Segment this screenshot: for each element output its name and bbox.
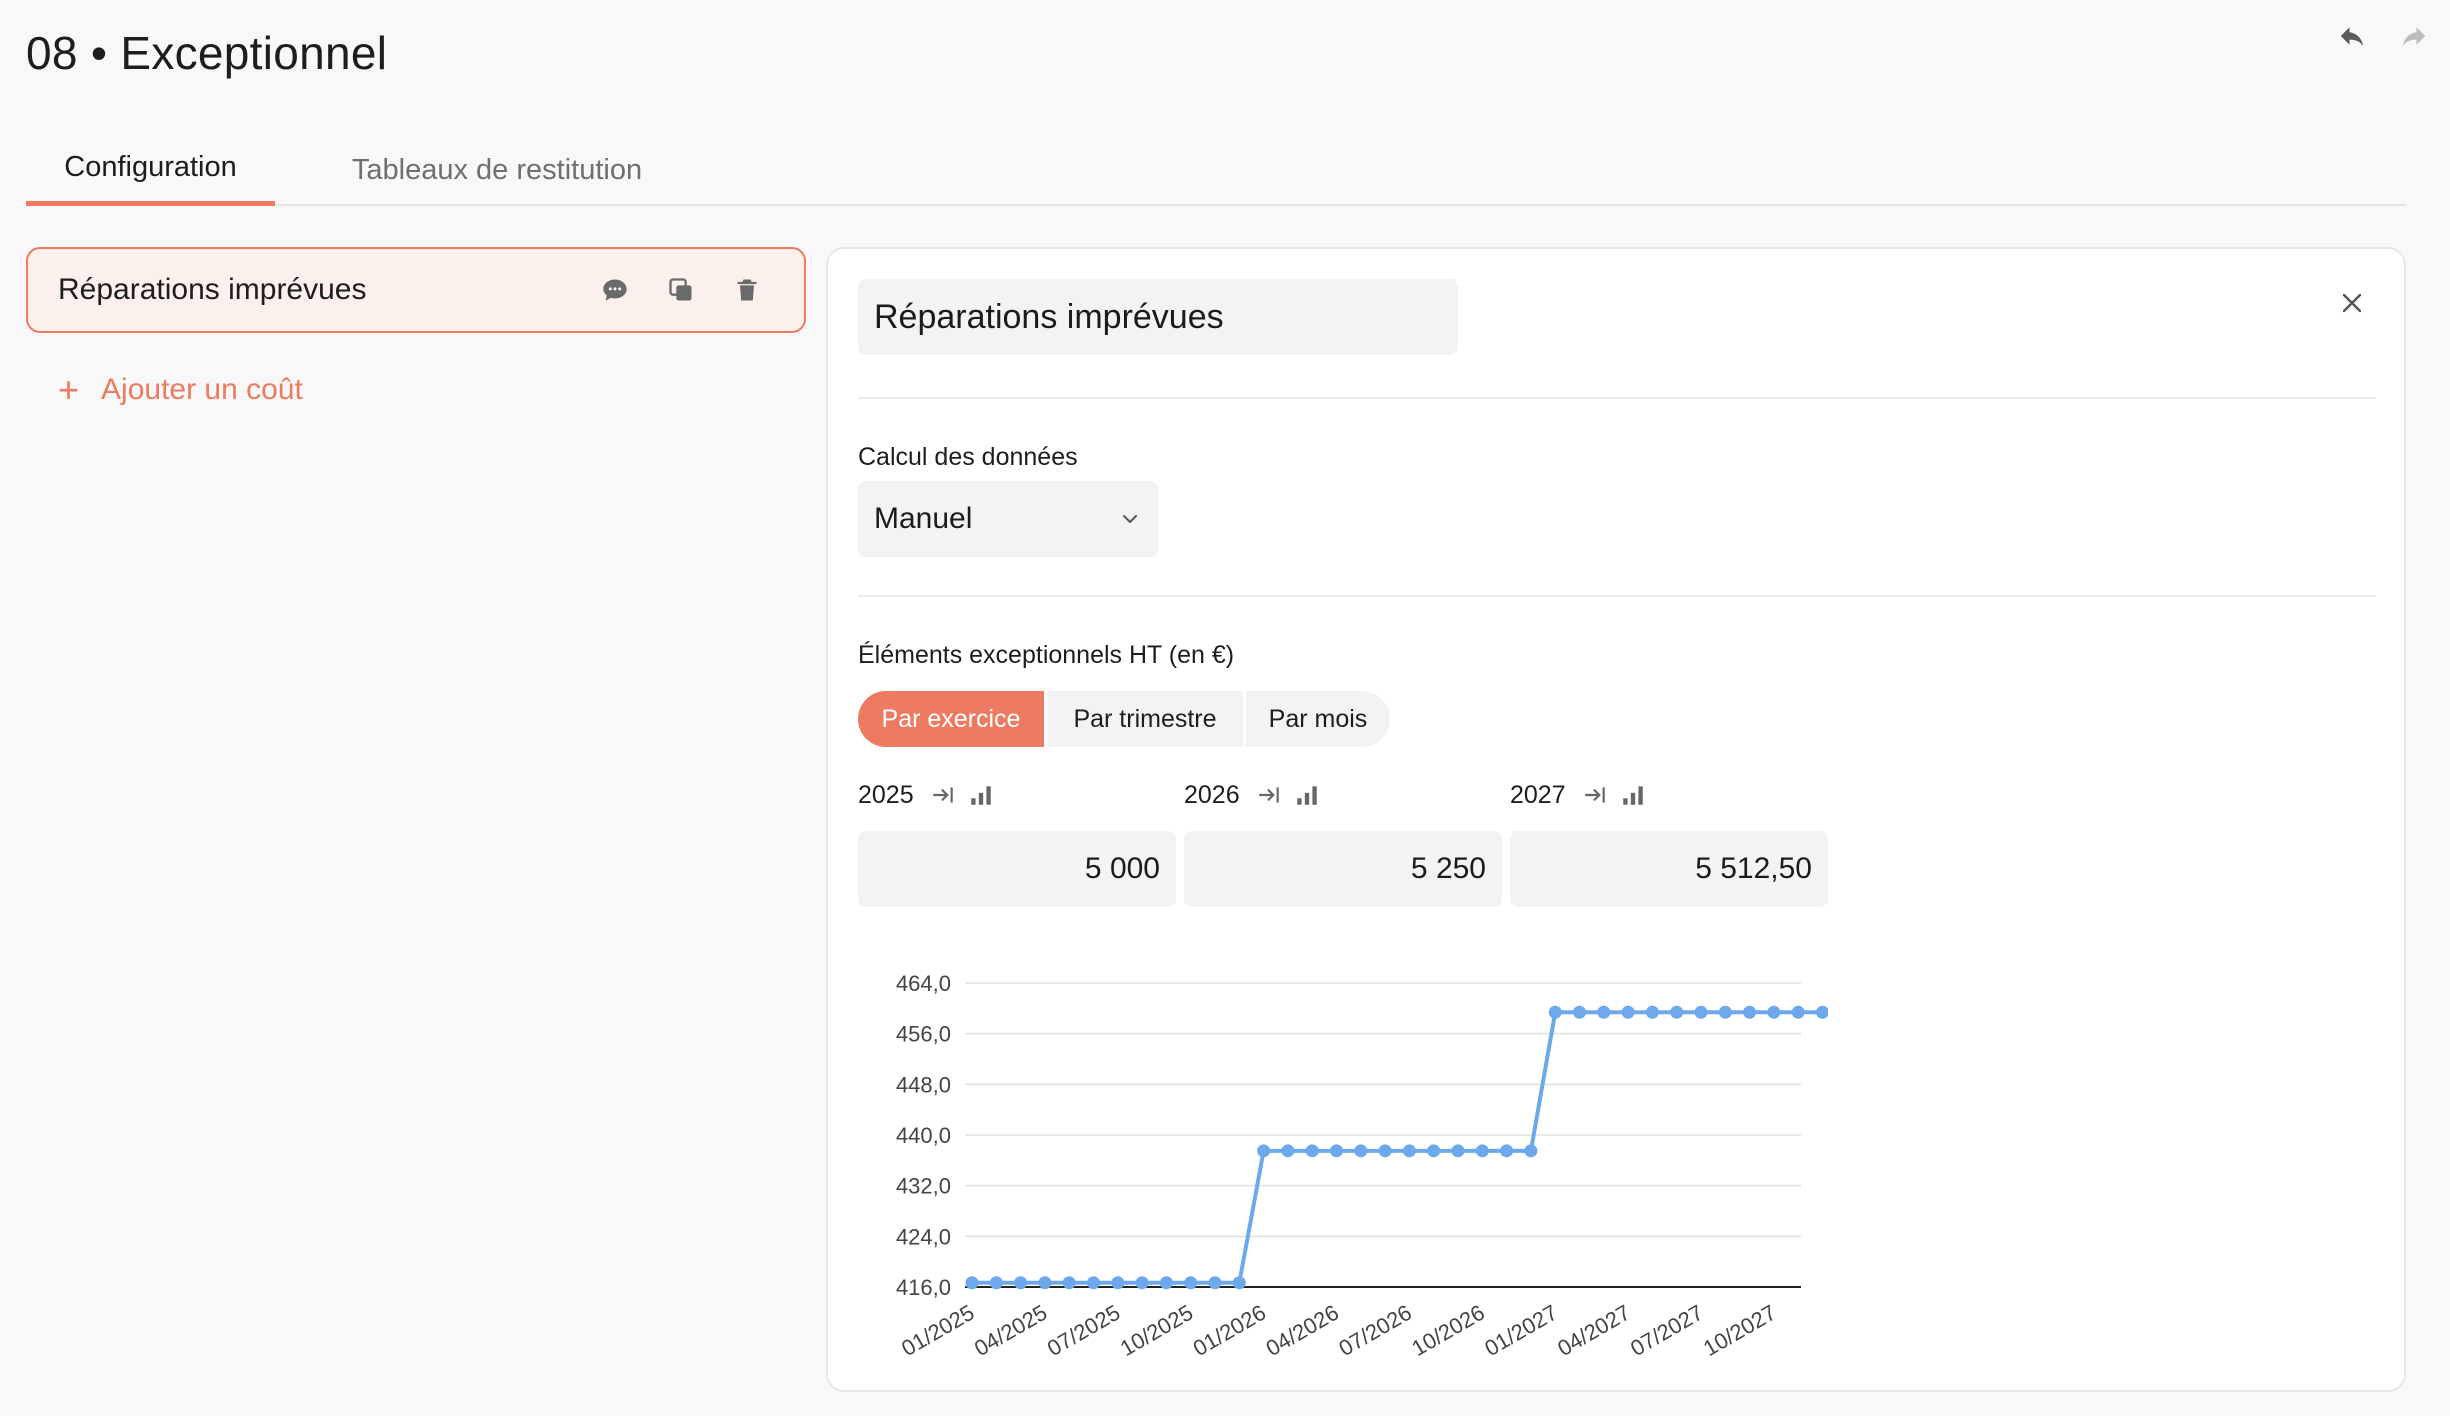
redo-icon — [2402, 27, 2426, 46]
page-title: 08 • Exceptionnel — [26, 27, 388, 79]
data-point — [1524, 1144, 1538, 1158]
data-point — [1767, 1005, 1781, 1019]
data-point — [1330, 1144, 1343, 1158]
data-point — [1062, 1276, 1076, 1290]
data-point — [1184, 1276, 1198, 1290]
undo-button[interactable] — [2330, 14, 2374, 58]
data-point — [1135, 1276, 1149, 1290]
x-tick-label: 01/2026 — [1189, 1300, 1270, 1361]
tab-tableaux-de-restitution[interactable]: Tableaux de restitution — [292, 130, 702, 206]
data-point — [1500, 1144, 1514, 1158]
tab-configuration[interactable]: Configuration — [26, 130, 275, 206]
data-point — [1718, 1005, 1732, 1019]
data-point — [1159, 1276, 1173, 1290]
duplicate-button[interactable] — [654, 263, 708, 317]
data-point — [1402, 1144, 1416, 1158]
comment-icon — [603, 279, 627, 301]
x-tick-label: 04/2027 — [1553, 1300, 1634, 1361]
series-line — [972, 1010, 1823, 1285]
y-tick-label: 464,0 — [896, 971, 951, 996]
x-tick-label: 04/2026 — [1262, 1300, 1343, 1361]
data-point — [1257, 1144, 1271, 1158]
redo-button[interactable] — [2392, 14, 2436, 58]
data-point — [1548, 1005, 1562, 1019]
x-tick-label: 01/2027 — [1480, 1300, 1561, 1361]
add-cost-label: Ajouter un coût — [101, 373, 303, 406]
data-point — [989, 1276, 1003, 1290]
y-tick-label: 456,0 — [896, 1022, 951, 1047]
data-point — [1208, 1276, 1222, 1290]
comment-button[interactable] — [588, 263, 642, 317]
y-tick-label: 448,0 — [896, 1072, 951, 1097]
y-tick-label: 440,0 — [896, 1123, 951, 1148]
x-tick-label: 07/2026 — [1335, 1300, 1416, 1361]
x-tick-label: 10/2025 — [1116, 1300, 1197, 1361]
data-point — [1475, 1144, 1489, 1158]
data-point — [1014, 1276, 1028, 1290]
tab-bar: Configuration Tableaux de restitution — [26, 130, 2406, 206]
data-point — [1354, 1144, 1368, 1158]
data-point — [1451, 1144, 1465, 1158]
data-point — [1670, 1005, 1684, 1019]
x-tick-label: 04/2025 — [970, 1300, 1051, 1361]
plus-icon: + — [58, 369, 80, 410]
data-point — [1694, 1005, 1708, 1019]
data-point — [1645, 1005, 1659, 1019]
data-point — [1111, 1276, 1125, 1290]
data-point — [1232, 1276, 1246, 1290]
close-icon — [2342, 293, 2362, 313]
x-tick-label: 07/2027 — [1626, 1300, 1707, 1361]
undo-icon — [2340, 27, 2364, 46]
data-point — [1597, 1005, 1611, 1019]
data-point — [1743, 1005, 1757, 1019]
cost-item-card[interactable]: Réparations imprévues — [26, 247, 806, 333]
y-tick-label: 416,0 — [896, 1275, 951, 1300]
x-tick-label: 10/2026 — [1407, 1300, 1488, 1361]
x-tick-label: 10/2027 — [1699, 1300, 1780, 1361]
y-tick-label: 424,0 — [896, 1224, 951, 1249]
data-point — [1573, 1005, 1586, 1019]
duplicate-icon — [669, 278, 692, 301]
cost-detail-panel: Calcul des données Manuel Éléments excep… — [826, 247, 2406, 1392]
cost-item-label: Réparations imprévues — [58, 273, 367, 306]
x-tick-label: 01/2025 — [897, 1300, 978, 1361]
add-cost-button[interactable]: + Ajouter un coût — [58, 372, 303, 408]
data-point — [1378, 1144, 1392, 1158]
delete-button[interactable] — [720, 263, 774, 317]
x-tick-label: 07/2025 — [1043, 1300, 1124, 1361]
data-point — [1038, 1276, 1052, 1290]
data-point — [1791, 1005, 1805, 1019]
data-point — [1427, 1144, 1441, 1158]
data-point — [965, 1276, 979, 1290]
data-point — [1305, 1144, 1319, 1158]
data-point — [1087, 1276, 1100, 1290]
data-point — [1281, 1144, 1295, 1158]
data-point — [1621, 1005, 1635, 1019]
monthly-line-chart: 416,0 424,0 432,0 440,0 448,0 456,0 464,0 01/20… — [896, 971, 1828, 1361]
close-button[interactable] — [2328, 279, 2376, 327]
trash-icon — [737, 279, 757, 301]
data-point — [1816, 1005, 1828, 1019]
y-tick-label: 432,0 — [896, 1174, 951, 1199]
